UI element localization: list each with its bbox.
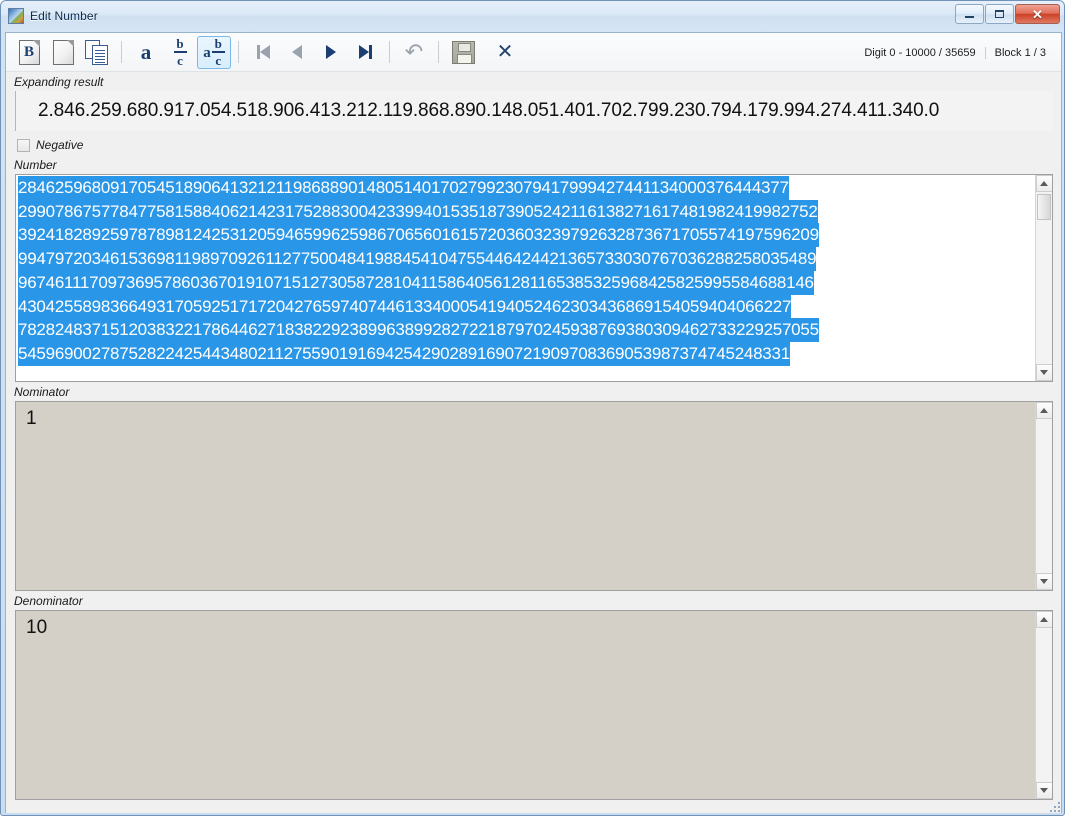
mixed-fraction-denominator: c	[215, 52, 222, 68]
denominator-scrollbar[interactable]	[1035, 611, 1052, 799]
number-scrollbar[interactable]	[1035, 175, 1052, 381]
number-line: 2990786757784775815884062142317528830042…	[18, 199, 818, 224]
document-bold-icon: B	[18, 39, 40, 65]
nominator-scrollbar[interactable]	[1035, 402, 1052, 590]
denominator-scroll-track[interactable]	[1035, 628, 1052, 782]
toolbar: B a b c a b c ↶ ✕ Digit 0 - 10000 / 3565…	[6, 33, 1061, 72]
bold-document-button[interactable]: B	[12, 36, 46, 69]
bottom-strip	[6, 800, 1061, 813]
undo-button[interactable]: ↶	[397, 36, 431, 69]
blank-document-icon	[52, 39, 74, 65]
denominator-scroll-down-button[interactable]	[1035, 782, 1052, 799]
undo-arrow-icon: ↶	[404, 39, 424, 64]
mixed-fraction-button[interactable]: a b c	[197, 35, 231, 69]
denominator-scroll-up-button[interactable]	[1035, 611, 1052, 628]
number-label: Number	[6, 155, 1061, 174]
expanding-result-field[interactable]: 2.846.259.680.917.054.518.906.413.212.11…	[15, 91, 1053, 131]
negative-label: Negative	[36, 138, 84, 152]
mixed-fraction-whole: a	[203, 44, 211, 61]
block-status: Block 1 / 3	[984, 46, 1055, 59]
toolbar-separator-3	[389, 41, 390, 63]
client-area: B a b c a b c ↶ ✕ Digit 0 - 10000 / 3565…	[5, 32, 1062, 813]
new-document-button[interactable]	[46, 36, 80, 69]
nominator-text-body[interactable]: 1	[16, 402, 1035, 590]
caption-buttons: ✕	[955, 4, 1060, 24]
fraction-bc-icon: b c	[173, 36, 187, 68]
step-back-icon	[292, 45, 302, 59]
nominator-scroll-down-button[interactable]	[1035, 573, 1052, 590]
floppy-disk-icon	[451, 40, 475, 64]
copy-button[interactable]	[80, 36, 114, 69]
edit-number-window: Edit Number ✕ B a b c a b c ↶ ✕ Digit 0 …	[0, 0, 1065, 816]
close-icon: ✕	[1032, 6, 1043, 22]
digit-range-status: Digit 0 - 10000 / 35659	[864, 46, 976, 59]
fraction-button[interactable]: b c	[163, 36, 197, 69]
document-bold-letter: B	[23, 44, 34, 60]
skip-to-end-icon	[358, 45, 372, 59]
expanding-result-label: Expanding result	[6, 72, 1061, 91]
denominator-value: 10	[26, 617, 48, 638]
denominator-label: Denominator	[6, 591, 1061, 610]
close-window-button[interactable]: ✕	[1015, 4, 1060, 24]
last-block-button[interactable]	[348, 36, 382, 69]
number-line: 9674611170973695786036701910715127305872…	[18, 270, 814, 295]
resize-grip[interactable]	[1049, 801, 1061, 813]
fraction-denominator: c	[177, 52, 183, 68]
step-forward-icon	[326, 45, 336, 59]
negative-checkbox[interactable]	[17, 138, 30, 152]
number-line: 9947972034615369811989709261127750048419…	[18, 247, 817, 271]
letter-a-icon: a	[140, 39, 152, 64]
scroll-up-button[interactable]	[1035, 175, 1052, 192]
close-editor-button[interactable]: ✕	[488, 36, 522, 69]
window-title: Edit Number	[30, 9, 98, 23]
mixed-fraction-numerator: b	[214, 36, 222, 52]
app-icon	[8, 8, 24, 24]
negative-row[interactable]: Negative	[6, 131, 1061, 155]
copy-documents-icon	[85, 39, 109, 65]
scroll-down-button[interactable]	[1035, 364, 1052, 381]
number-line: 2846259680917054518906413212119868890148…	[18, 176, 789, 200]
nominator-textarea[interactable]: 1	[15, 401, 1053, 591]
expanding-result-value: 2.846.259.680.917.054.518.906.413.212.11…	[38, 100, 940, 121]
maximize-button[interactable]	[985, 4, 1014, 24]
number-scroll-track[interactable]	[1035, 192, 1052, 364]
first-block-button[interactable]	[246, 36, 280, 69]
minimize-button[interactable]	[955, 4, 984, 24]
fraction-numerator: b	[176, 36, 184, 52]
nominator-scroll-up-button[interactable]	[1035, 402, 1052, 419]
plain-number-button[interactable]: a	[129, 36, 163, 69]
next-block-button[interactable]	[314, 36, 348, 69]
toolbar-separator-2	[238, 41, 239, 63]
number-line: 7828248371512038322178644627183822923899…	[18, 318, 819, 342]
denominator-textarea[interactable]: 10	[15, 610, 1053, 800]
nominator-scroll-track[interactable]	[1035, 419, 1052, 573]
close-x-icon: ✕	[496, 41, 514, 63]
number-line: 4304255898366493170592517172042765974074…	[18, 294, 791, 319]
toolbar-separator-4	[438, 41, 439, 63]
number-line: 5459690027875282242544348021127559019169…	[18, 341, 790, 366]
number-scroll-thumb[interactable]	[1036, 194, 1051, 220]
minimize-icon	[965, 16, 974, 18]
toolbar-separator-1	[121, 41, 122, 63]
title-bar[interactable]: Edit Number ✕	[1, 1, 1064, 31]
save-button[interactable]	[446, 36, 480, 69]
number-line: 3924182892597878981242531205946599625986…	[18, 223, 819, 248]
mixed-fraction-abc-icon: a b c	[203, 37, 225, 67]
toolbar-status: Digit 0 - 10000 / 35659 Block 1 / 3	[855, 33, 1055, 72]
skip-to-start-icon	[256, 45, 270, 59]
number-text-body[interactable]: 2846259680917054518906413212119868890148…	[16, 175, 1035, 381]
denominator-text-body[interactable]: 10	[16, 611, 1035, 799]
nominator-label: Nominator	[6, 382, 1061, 401]
previous-block-button[interactable]	[280, 36, 314, 69]
nominator-value: 1	[26, 408, 37, 429]
number-textarea[interactable]: 2846259680917054518906413212119868890148…	[15, 174, 1053, 382]
maximize-icon	[995, 10, 1004, 18]
